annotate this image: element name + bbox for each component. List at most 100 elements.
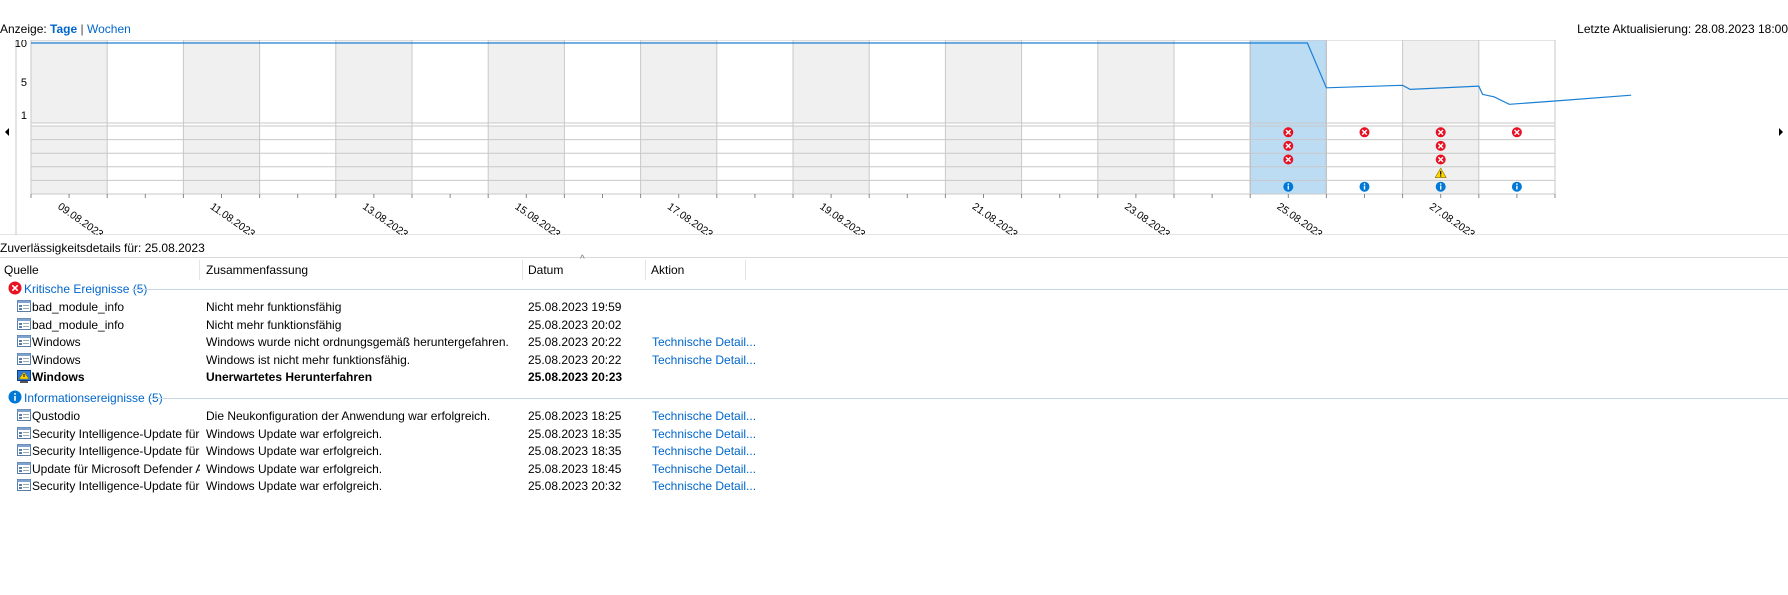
view-separator: | [80, 22, 84, 36]
app-icon [17, 409, 31, 421]
warning-event-mark [1440, 171, 1442, 175]
table-row[interactable]: bad_module_info Nicht mehr funktionsfähig… [0, 298, 1788, 316]
error-icon [8, 281, 22, 295]
event-column-band[interactable] [793, 126, 870, 194]
index-column-band[interactable] [183, 40, 260, 123]
index-column-band[interactable] [945, 40, 1022, 123]
selected-day-column[interactable] [1249, 40, 1327, 195]
summary-cell: Die Neukonfiguration der Anwendung war e… [206, 409, 491, 423]
column-separator[interactable] [522, 260, 523, 280]
y-tick-label: 5 [21, 77, 27, 89]
column-separator[interactable] [199, 260, 200, 280]
info-event-stem [1440, 185, 1442, 190]
table-row[interactable]: Update für Microsoft Defender An... Windo… [0, 460, 1788, 478]
technical-details-link[interactable]: Technische Detail... [652, 409, 756, 423]
source-cell: Security Intelligence-Update für M... [32, 444, 200, 458]
source-cell: bad_module_info [32, 300, 125, 314]
summary-cell: Windows Update war erfolgreich. [206, 426, 383, 441]
event-column-band[interactable] [640, 126, 717, 194]
table-row[interactable]: Security Intelligence-Update für M... Win… [0, 425, 1788, 443]
summary-cell: Windows Update war erfolgreich. [206, 444, 383, 458]
info-icon [8, 390, 22, 404]
top-bar: Anzeige: Tage | Wochen Letzte Aktualisie… [0, 19, 1788, 37]
technical-details-link[interactable]: Technische Detail... [652, 479, 756, 493]
column-separator[interactable] [745, 260, 746, 280]
group-row[interactable]: Kritische Ereignisse (5) [0, 280, 1788, 298]
table-row[interactable]: Windows Windows ist nicht mehr funktionsf… [0, 351, 1788, 369]
group-row[interactable]: Informationsereignisse (5) [0, 389, 1788, 407]
reliability-chart-svg[interactable]: 105109.08.2023 11.08.2023 13.08.2023 15.08.… [0, 40, 1788, 235]
view-selector: Anzeige: Tage | Wochen [0, 22, 131, 36]
table-row[interactable]: bad_module_info Nicht mehr funktionsfähig… [0, 316, 1788, 334]
technical-details-link[interactable]: Technische Detail... [652, 444, 756, 458]
group-divider [150, 398, 1788, 399]
view-days-link[interactable]: Tage [50, 22, 77, 36]
info-event-dot [1287, 183, 1290, 185]
date-cell: 25.08.2023 19:59 [528, 300, 622, 314]
column-header-date[interactable]: Datum [528, 263, 563, 277]
summary-cell: Windows Update war erfolgreich. [206, 461, 383, 476]
index-column-band[interactable] [1402, 40, 1479, 123]
technical-details-link[interactable]: Technische Detail... [652, 353, 756, 367]
table-row[interactable]: Windows Unerwartetes Herunterfahren 25.08.… [0, 368, 1788, 386]
table-row[interactable]: Security Intelligence-Update für M... Win… [0, 477, 1788, 495]
column-header-summary[interactable]: Zusammenfassung [206, 263, 308, 277]
app-icon [17, 479, 31, 491]
event-column-band[interactable] [183, 126, 260, 194]
source-cell: bad_module_info [32, 317, 125, 332]
table-row[interactable]: Windows Windows wurde nicht ordnungsgemäß… [0, 333, 1788, 351]
summary-cell: Unerwartetes Herunterfahren [206, 370, 373, 384]
scroll-left-arrow[interactable] [5, 128, 9, 136]
last-update-label: Letzte Aktualisierung: 28.08.2023 18:00 [1577, 22, 1788, 36]
info-event-stem [1363, 185, 1366, 190]
table-row[interactable]: Qustodio Die Neukonfiguration der Anwendu… [0, 407, 1788, 425]
date-cell: 25.08.2023 18:35 [528, 444, 622, 458]
index-column-band[interactable] [488, 40, 565, 123]
chart-background [16, 40, 1788, 235]
source-cell: Windows [32, 370, 85, 384]
index-column-band[interactable] [31, 40, 108, 123]
date-cell: 25.08.2023 20:22 [528, 352, 622, 367]
index-column-band[interactable] [793, 40, 870, 123]
app-icon [17, 444, 31, 456]
event-column-band[interactable] [1097, 126, 1174, 194]
source-cell: Windows [32, 335, 81, 349]
event-column-band[interactable] [945, 126, 1022, 194]
technical-details-link[interactable]: Technische Detail... [652, 335, 756, 349]
column-header-source[interactable]: Quelle [4, 263, 39, 277]
event-column-band[interactable] [31, 126, 108, 194]
column-header-action[interactable]: Aktion [651, 263, 684, 277]
summary-cell: Nicht mehr funktionsfähig [206, 300, 342, 314]
index-column-band[interactable] [1097, 40, 1174, 123]
date-cell: 25.08.2023 20:32 [528, 479, 622, 493]
app-icon [17, 461, 31, 474]
summary-cell: Windows wurde nicht ordnungsgemäß herunt… [206, 335, 509, 349]
event-column-band[interactable] [335, 126, 412, 194]
reliability-chart[interactable]: 10 5 1 09.08.2023 11.08.2023 13.08.2023 15.08.… [0, 40, 1788, 235]
table-row[interactable]: Security Intelligence-Update für M... Win… [0, 442, 1788, 460]
group-title[interactable]: Kritische Ereignisse (5) [24, 282, 147, 296]
technical-details-link[interactable]: Technische Detail... [652, 427, 756, 441]
table-header: Quelle Zusammenfassung Datum Aktion [0, 258, 1788, 280]
y-tick-label: 10 [15, 40, 27, 50]
event-column-band[interactable] [488, 126, 565, 194]
source-cell: Qustodio [32, 409, 81, 423]
date-cell: 25.08.2023 20:23 [528, 370, 623, 384]
view-weeks-link[interactable]: Wochen [87, 22, 131, 36]
summary-cell: Windows Update war erfolgreich. [206, 479, 383, 493]
group-title[interactable]: Informationsereignisse (5) [24, 391, 163, 405]
source-cell: Security Intelligence-Update für M... [32, 479, 200, 493]
info-event-stem [1287, 185, 1289, 190]
date-cell: 25.08.2023 20:02 [528, 317, 622, 332]
technical-details-link[interactable]: Technische Detail... [652, 462, 756, 476]
index-column-band[interactable] [640, 40, 717, 123]
column-separator[interactable] [645, 260, 646, 280]
summary-cell: Nicht mehr funktionsfähig [206, 317, 342, 332]
summary-cell: Windows ist nicht mehr funktionsfähig. [206, 352, 411, 367]
source-cell: Update für Microsoft Defender An... [32, 461, 200, 476]
info-event-dot [1363, 183, 1366, 185]
index-column-band[interactable] [335, 40, 412, 123]
date-cell: 25.08.2023 20:22 [528, 335, 622, 349]
source-cell: Security Intelligence-Update für M... [32, 426, 200, 441]
info-event-dot [1439, 183, 1442, 185]
